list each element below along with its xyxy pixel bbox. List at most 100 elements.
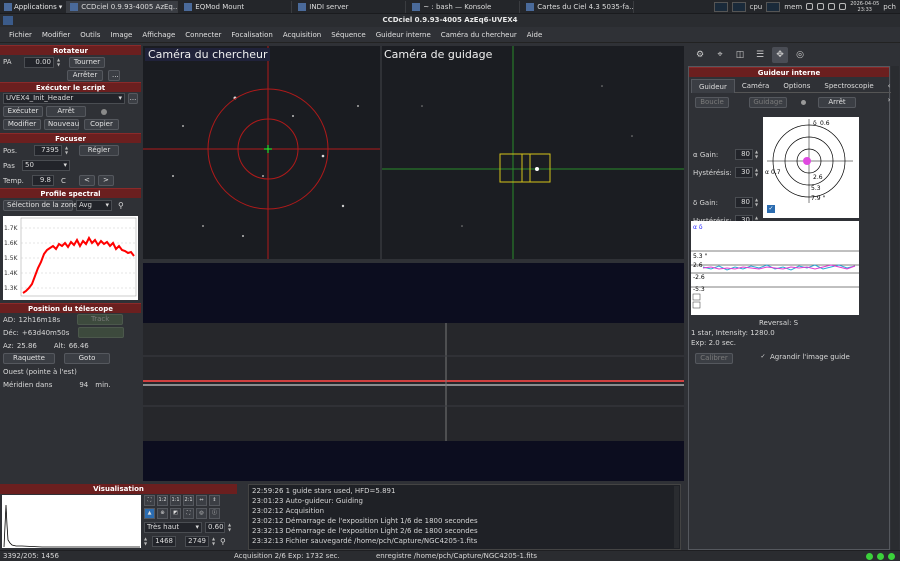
menu-acquisition[interactable]: Acquisition (278, 31, 326, 39)
menu-connecter[interactable]: Connecter (180, 31, 226, 39)
pa-spinner[interactable]: ▲ ▼ (57, 57, 62, 68)
network-icon[interactable] (806, 3, 814, 10)
guider-stop-button[interactable]: Arrêt (818, 97, 856, 108)
tab-guideur[interactable]: Guideur (691, 79, 735, 93)
min-spinner[interactable]: ▲ ▼ (144, 536, 149, 547)
focuser-pos-input[interactable]: 7395 (34, 145, 62, 156)
gamma-spinner[interactable]: ▲ ▼ (228, 522, 233, 533)
target-checkbox[interactable]: ✓ (767, 205, 775, 213)
finder-camera-view[interactable]: Caméra du chercheur (143, 46, 380, 259)
tab-spectroscopie[interactable]: Spectroscopie (817, 79, 881, 93)
menu-aide[interactable]: Aide (522, 31, 547, 39)
notification-icon[interactable] (839, 3, 847, 10)
pa-input[interactable]: 0.00 (24, 56, 54, 68)
gear-icon[interactable]: ⚙ (692, 47, 708, 63)
tab-options[interactable]: Options (776, 79, 818, 93)
menu-sequence[interactable]: Séquence (326, 31, 371, 39)
max-spinner[interactable]: ▲ ▼ (212, 536, 217, 547)
focus-tool-icon[interactable]: ⌖ (712, 47, 728, 63)
loop-button[interactable]: Boucle (695, 97, 729, 108)
ra-hyst-spinner[interactable]: ▲ ▼ (755, 167, 760, 178)
script-run-button[interactable]: Exécuter (3, 106, 43, 117)
min-input[interactable]: 1468 (152, 536, 176, 547)
enlarge-guide-checkbox[interactable]: ✓ (759, 353, 767, 361)
auto-stretch-icon[interactable]: ▲ (144, 508, 155, 519)
right-panel-scrollbar[interactable] (891, 66, 899, 550)
focuser-pos-spinner[interactable]: ▲ ▼ (65, 145, 70, 156)
dec-gain-input[interactable]: 80 (735, 197, 753, 208)
log-scrollbar[interactable] (674, 486, 679, 548)
sequence-icon[interactable]: ☰ (752, 47, 768, 63)
track-button[interactable]: Track (77, 314, 124, 325)
flip-horizontal-icon[interactable]: ⇔ (196, 495, 207, 506)
script-stop-button[interactable]: Arrêt (46, 106, 86, 117)
applications-menu[interactable]: Applications ▾ (0, 0, 66, 14)
focuser-step-select[interactable]: 50 (22, 160, 70, 171)
guider-icon[interactable]: ✥ (772, 47, 788, 63)
histogram[interactable] (2, 495, 141, 548)
camera-icon[interactable]: ◫ (732, 47, 748, 63)
rotator-more-button[interactable]: ... (108, 70, 120, 81)
script-copy-button[interactable]: Copier (84, 119, 119, 130)
script-new-button[interactable]: Nouveau (44, 119, 79, 130)
fullscreen-icon[interactable]: ⛶ (183, 508, 194, 519)
main-image-view[interactable] (143, 263, 684, 481)
handpad-button[interactable]: Raquette (3, 353, 55, 364)
slew-indicator-button[interactable] (78, 327, 125, 338)
max-input[interactable]: 2749 (185, 536, 209, 547)
graph-zoom-in-icon[interactable] (692, 293, 701, 301)
zoom-1-1-button[interactable]: 1:1 (170, 495, 181, 506)
crop-icon[interactable]: ◩ (170, 508, 181, 519)
tab-camera[interactable]: Caméra (734, 79, 777, 93)
menu-modifier[interactable]: Modifier (37, 31, 75, 39)
rotator-stop-button[interactable]: Arrêter (67, 70, 103, 81)
menu-image[interactable]: Image (105, 31, 137, 39)
zone-select-button[interactable]: Sélection de la zone (3, 200, 78, 211)
ra-gain-input[interactable]: 80 (735, 149, 753, 160)
menu-camera-chercheur[interactable]: Caméra du chercheur (436, 31, 522, 39)
info-icon[interactable]: ⓘ (209, 508, 220, 519)
guide-button[interactable]: Guidage (749, 97, 787, 108)
clock[interactable]: 2026-04-05 23:33 (850, 1, 879, 13)
menu-affichage[interactable]: Affichage (137, 31, 180, 39)
task-ccdciel[interactable]: CCDciel 0.9.93-4005 AzEq... (66, 0, 179, 13)
finder-icon[interactable]: ◎ (792, 47, 808, 63)
task-cdc[interactable]: Cartes du Ciel 4.3 5035-fa... (522, 0, 635, 13)
script-more-button[interactable]: ... (128, 93, 138, 104)
rotate-button[interactable]: Tourner (69, 56, 105, 68)
zoom-fit-icon[interactable]: ⛶ (144, 495, 155, 506)
dec-gain-spinner[interactable]: ▲ ▼ (755, 197, 760, 208)
ra-gain-spinner[interactable]: ▲ ▼ (755, 149, 760, 160)
script-select[interactable]: UVEX4_Init_Header (3, 93, 125, 104)
menu-outils[interactable]: Outils (75, 31, 105, 39)
menu-focalisation[interactable]: Focalisation (226, 31, 277, 39)
volume-icon[interactable] (817, 3, 825, 10)
power-icon[interactable] (828, 3, 836, 10)
user-label[interactable]: pch (883, 3, 896, 11)
calibrate-button[interactable]: Calibrer (695, 353, 733, 364)
task-indi[interactable]: INDI server (294, 0, 407, 13)
script-edit-button[interactable]: Modifier (3, 119, 41, 130)
flip-vertical-icon[interactable]: ⇕ (209, 495, 220, 506)
zoom-2-1-button[interactable]: 2:1 (183, 495, 194, 506)
graph-zoom-out-icon[interactable] (692, 301, 701, 309)
menu-fichier[interactable]: Fichier (4, 31, 37, 39)
desktop-pager-icon[interactable] (713, 1, 728, 12)
guide-camera-view[interactable]: Caméra de guidage (382, 46, 684, 259)
focuser-in-button[interactable]: < (78, 175, 95, 186)
spectral-mode-select[interactable]: Avg (76, 200, 112, 211)
gamma-input[interactable]: 0.60 (205, 522, 225, 533)
focuser-out-button[interactable]: > (97, 175, 114, 186)
pin-icon[interactable]: ⚲ (118, 201, 124, 210)
task-konsole[interactable]: ~ : bash — Konsole (408, 0, 521, 13)
log-panel[interactable]: 22:59:26 1 guide stars used, HFD=5.891 2… (248, 484, 681, 550)
zoom-1-2-button[interactable]: 1:2 (157, 495, 168, 506)
magnifier-icon[interactable]: ⊕ (157, 508, 168, 519)
target-icon[interactable]: ◎ (196, 508, 207, 519)
menu-guideur-interne[interactable]: Guideur interne (371, 31, 436, 39)
ra-hyst-input[interactable]: 30 (735, 167, 753, 178)
focuser-set-button[interactable]: Régler (79, 145, 119, 156)
task-eqmod[interactable]: EQMod Mount (180, 0, 293, 13)
stretch-select[interactable]: Très haut (144, 522, 202, 533)
pin-icon[interactable]: ⚲ (220, 537, 226, 546)
